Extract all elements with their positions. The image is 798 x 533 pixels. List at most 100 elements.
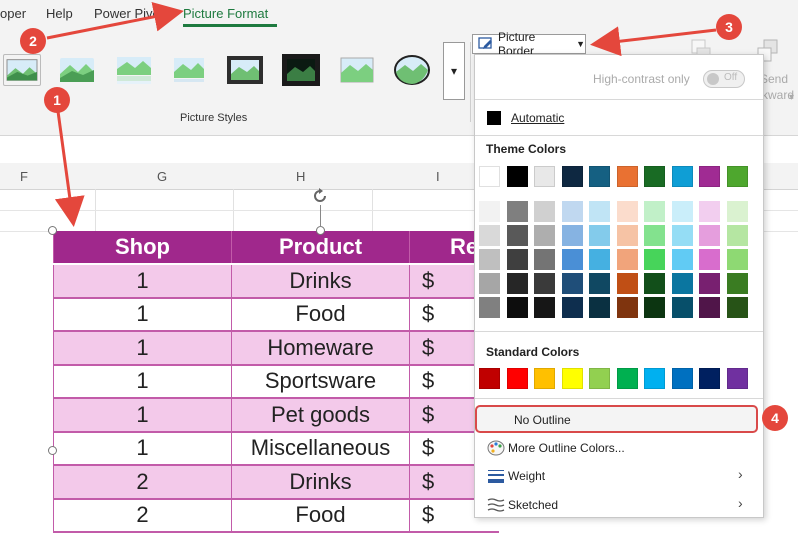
automatic-color-swatch[interactable] (487, 111, 501, 125)
theme-shade-swatch[interactable] (561, 273, 583, 294)
resize-handle-top[interactable] (316, 226, 325, 235)
theme-shade-swatch[interactable] (534, 225, 555, 246)
theme-shade-swatch[interactable] (644, 201, 665, 222)
column-header-g[interactable]: G (157, 169, 167, 184)
weight-option[interactable]: Weight (508, 469, 545, 483)
theme-shade-swatch[interactable] (589, 225, 610, 246)
picture-style-black-frame[interactable] (226, 54, 264, 86)
more-styles-button[interactable]: ▾ (443, 42, 465, 100)
theme-color-swatch[interactable] (644, 166, 665, 187)
theme-shade-swatch[interactable] (506, 297, 528, 318)
high-contrast-toggle[interactable]: Off (703, 70, 745, 88)
picture-style-simple-frame[interactable] (3, 54, 41, 86)
tab-developer[interactable]: oper (0, 6, 26, 21)
theme-shade-swatch[interactable] (534, 249, 555, 270)
theme-shade-swatch[interactable] (644, 297, 665, 318)
picture-style-soft-edge[interactable] (58, 54, 96, 86)
theme-shade-swatch[interactable] (561, 249, 583, 270)
resize-handle-top-left[interactable] (48, 226, 57, 235)
theme-shade-swatch[interactable] (671, 225, 693, 246)
theme-shade-swatch[interactable] (589, 273, 610, 294)
theme-shade-swatch[interactable] (699, 249, 720, 270)
theme-shade-swatch[interactable] (534, 201, 555, 222)
theme-shade-swatch[interactable] (506, 225, 528, 246)
theme-shade-swatch[interactable] (589, 201, 610, 222)
theme-shade-swatch[interactable] (479, 249, 500, 270)
tab-picture-format[interactable]: Picture Format (183, 6, 268, 21)
sketched-option[interactable]: Sketched (508, 498, 558, 512)
standard-color-swatch[interactable] (506, 368, 528, 389)
standard-color-swatch[interactable] (479, 368, 500, 389)
theme-shade-swatch[interactable] (644, 225, 665, 246)
theme-shade-swatch[interactable] (534, 273, 555, 294)
theme-shade-swatch[interactable] (561, 201, 583, 222)
standard-color-swatch[interactable] (561, 368, 583, 389)
rotate-handle-icon[interactable] (310, 186, 330, 206)
theme-shade-swatch[interactable] (726, 249, 748, 270)
standard-color-swatch[interactable] (644, 368, 665, 389)
picture-border-button[interactable]: Picture Border ▼ (472, 30, 586, 58)
picture-style-thick-black-frame[interactable] (282, 54, 320, 86)
theme-shade-swatch[interactable] (699, 273, 720, 294)
theme-shade-swatch[interactable] (699, 225, 720, 246)
theme-shade-swatch[interactable] (506, 201, 528, 222)
theme-shade-swatch[interactable] (616, 273, 638, 294)
theme-shade-swatch[interactable] (726, 273, 748, 294)
picture-style-reflected[interactable] (115, 54, 153, 86)
theme-shade-swatch[interactable] (479, 273, 500, 294)
theme-shade-swatch[interactable] (726, 225, 748, 246)
standard-color-swatch[interactable] (671, 368, 693, 389)
theme-shade-swatch[interactable] (644, 273, 665, 294)
standard-color-swatch[interactable] (589, 368, 610, 389)
theme-shade-swatch[interactable] (671, 249, 693, 270)
theme-color-swatch[interactable] (726, 166, 748, 187)
theme-shade-swatch[interactable] (726, 297, 748, 318)
theme-shade-swatch[interactable] (616, 225, 638, 246)
theme-color-swatch[interactable] (699, 166, 720, 187)
theme-shade-swatch[interactable] (671, 201, 693, 222)
more-outline-colors-option[interactable]: More Outline Colors... (508, 441, 625, 455)
tab-power-pivot[interactable]: Power Pivo (94, 6, 160, 21)
picture-style-oval[interactable] (393, 54, 431, 86)
theme-color-swatch[interactable] (589, 166, 610, 187)
picture-style-shadow[interactable] (170, 54, 208, 86)
theme-shade-swatch[interactable] (479, 201, 500, 222)
theme-shade-swatch[interactable] (506, 273, 528, 294)
theme-shade-swatch[interactable] (644, 249, 665, 270)
theme-color-swatch[interactable] (561, 166, 583, 187)
theme-shade-swatch[interactable] (589, 297, 610, 318)
column-header-f[interactable]: F (20, 169, 28, 184)
theme-shade-swatch[interactable] (726, 201, 748, 222)
standard-color-swatch[interactable] (616, 368, 638, 389)
theme-shade-swatch[interactable] (534, 297, 555, 318)
theme-shade-swatch[interactable] (561, 225, 583, 246)
tab-help[interactable]: Help (46, 6, 73, 21)
theme-color-swatch[interactable] (479, 166, 500, 187)
theme-shade-swatch[interactable] (699, 297, 720, 318)
column-header-h[interactable]: H (296, 169, 305, 184)
theme-shade-swatch[interactable] (616, 297, 638, 318)
theme-color-swatch[interactable] (616, 166, 638, 187)
standard-color-swatch[interactable] (534, 368, 555, 389)
theme-color-swatch[interactable] (671, 166, 693, 187)
column-header-i[interactable]: I (436, 169, 440, 184)
theme-shade-swatch[interactable] (616, 201, 638, 222)
theme-shade-swatch[interactable] (671, 297, 693, 318)
theme-color-swatch[interactable] (534, 166, 555, 187)
no-outline-option[interactable]: No Outline (475, 405, 758, 433)
resize-handle-left[interactable] (48, 446, 57, 455)
theme-shade-swatch[interactable] (671, 273, 693, 294)
standard-color-swatch[interactable] (699, 368, 720, 389)
theme-shade-swatch[interactable] (479, 225, 500, 246)
picture-style-center-shadow[interactable] (338, 54, 376, 86)
theme-shade-swatch[interactable] (506, 249, 528, 270)
theme-shade-swatch[interactable] (589, 249, 610, 270)
automatic-option[interactable]: Automatic (511, 111, 564, 125)
theme-shade-swatch[interactable] (479, 297, 500, 318)
table-picture[interactable]: Shop Product Re 1 Drinks $ 1 Food $ 1 Ho… (53, 231, 499, 533)
theme-shade-swatch[interactable] (616, 249, 638, 270)
theme-shade-swatch[interactable] (561, 297, 583, 318)
theme-shade-swatch[interactable] (699, 201, 720, 222)
theme-color-swatch[interactable] (506, 166, 528, 187)
standard-color-swatch[interactable] (726, 368, 748, 389)
